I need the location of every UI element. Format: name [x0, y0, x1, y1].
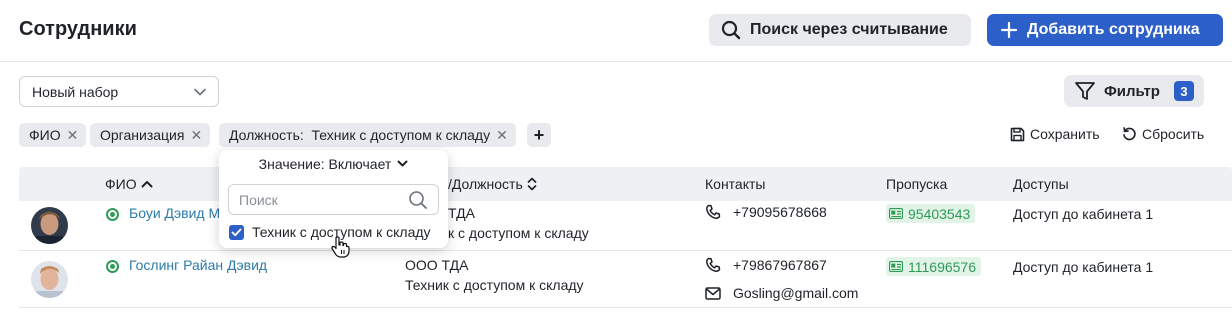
- close-icon[interactable]: ✕: [190, 128, 202, 142]
- chevron-down-icon: [194, 88, 206, 95]
- table-row[interactable]: Гослинг Райан Дэвид ООО ТДА Техник с дос…: [19, 252, 1232, 308]
- column-header-position[interactable]: /Должность: [448, 176, 537, 192]
- pass-badge[interactable]: 95403543: [886, 204, 976, 223]
- scan-search-label: Поиск через считывание: [750, 21, 948, 38]
- filter-set-select[interactable]: Новый набор: [19, 76, 219, 107]
- employee-position: Техник с доступом к складу: [405, 277, 584, 293]
- column-header-contacts: Контакты: [705, 176, 766, 192]
- save-button[interactable]: Сохранить: [1010, 126, 1100, 142]
- id-card-icon: [889, 208, 903, 219]
- search-icon: [409, 190, 427, 209]
- pass-badge[interactable]: 111696576: [886, 257, 981, 276]
- filter-count-badge: 3: [1173, 81, 1194, 101]
- match-mode-label: Значение: Включает: [258, 156, 392, 172]
- add-filter-button[interactable]: +: [527, 123, 551, 147]
- popup-search-input[interactable]: [239, 191, 389, 208]
- match-mode-dropdown[interactable]: Значение: Включает: [219, 156, 448, 172]
- filter-value-popup: Значение: Включает Техник с доступом к с…: [219, 150, 448, 248]
- phone-icon: [706, 204, 721, 219]
- hand-cursor-icon: [331, 236, 350, 258]
- column-header-name[interactable]: ФИО: [105, 176, 153, 192]
- status-active-icon: [106, 208, 119, 221]
- phone-icon: [706, 257, 721, 272]
- contact-phone: +79867967867: [705, 257, 827, 273]
- mail-icon: [705, 286, 721, 300]
- plus-icon: +: [533, 124, 545, 145]
- sort-ascending-icon: [141, 181, 153, 188]
- filter-chip-name[interactable]: ФИО ✕: [19, 123, 87, 147]
- close-icon[interactable]: ✕: [67, 128, 79, 142]
- funnel-icon: [1075, 82, 1095, 100]
- plus-icon: [1000, 21, 1018, 39]
- reset-label: Сбросить: [1142, 126, 1205, 142]
- filter-set-value: Новый набор: [32, 83, 119, 100]
- close-icon[interactable]: ✕: [496, 128, 508, 142]
- contact-phone: +79095678668: [705, 204, 827, 220]
- avatar: [31, 207, 68, 244]
- check-icon: [231, 228, 242, 236]
- filter-label: Фильтр: [1104, 82, 1160, 100]
- status-active-icon: [106, 260, 119, 273]
- page-header: Сотрудники Поиск через считывание Добави…: [0, 0, 1232, 62]
- employee-access: Доступ до кабинета 1: [1013, 259, 1154, 275]
- save-label: Сохранить: [1030, 126, 1100, 142]
- sort-icon: [527, 177, 537, 191]
- reset-button[interactable]: Сбросить: [1122, 126, 1204, 142]
- table-row[interactable]: Боуи Дэвид М ТДА к с доступом к складу +…: [19, 201, 1232, 251]
- filter-chip-organization[interactable]: Организация ✕: [90, 123, 211, 147]
- employee-position: к с доступом к складу: [448, 225, 589, 241]
- popup-search-field[interactable]: [228, 184, 439, 215]
- floppy-disk-icon: [1010, 127, 1025, 141]
- reset-icon: [1123, 126, 1136, 140]
- filter-chip-position[interactable]: Должность: Техник с доступом к складу ✕: [219, 123, 516, 147]
- chip-label: Должность: Техник с доступом к складу: [229, 127, 491, 143]
- column-header-access: Доступы: [1013, 176, 1069, 192]
- id-card-icon: [889, 261, 903, 272]
- contact-email: Gosling@gmail.com: [705, 285, 858, 301]
- employee-organization: ТДА: [448, 205, 475, 221]
- checkbox-checked[interactable]: [229, 224, 244, 240]
- chip-label: ФИО: [29, 127, 61, 143]
- add-employee-button[interactable]: Добавить сотрудника: [987, 14, 1223, 46]
- employee-name-link[interactable]: Боуи Дэвид М: [129, 205, 220, 221]
- scan-search-button[interactable]: Поиск через считывание: [709, 14, 971, 46]
- employee-access: Доступ до кабинета 1: [1013, 206, 1154, 222]
- add-employee-label: Добавить сотрудника: [1027, 21, 1200, 38]
- chip-label: Организация: [100, 127, 185, 143]
- page-title: Сотрудники: [19, 18, 137, 40]
- filter-button[interactable]: Фильтр 3: [1064, 75, 1204, 107]
- avatar: [31, 261, 68, 298]
- employee-name-link[interactable]: Гослинг Райан Дэвид: [129, 257, 267, 273]
- column-header-passes: Пропуска: [886, 176, 948, 192]
- table-header: ФИО /Должность Контакты Пропуска Доступы: [19, 167, 1232, 201]
- chevron-down-icon: [397, 160, 408, 167]
- search-icon: [721, 20, 741, 40]
- employee-organization: ООО ТДА: [405, 257, 469, 273]
